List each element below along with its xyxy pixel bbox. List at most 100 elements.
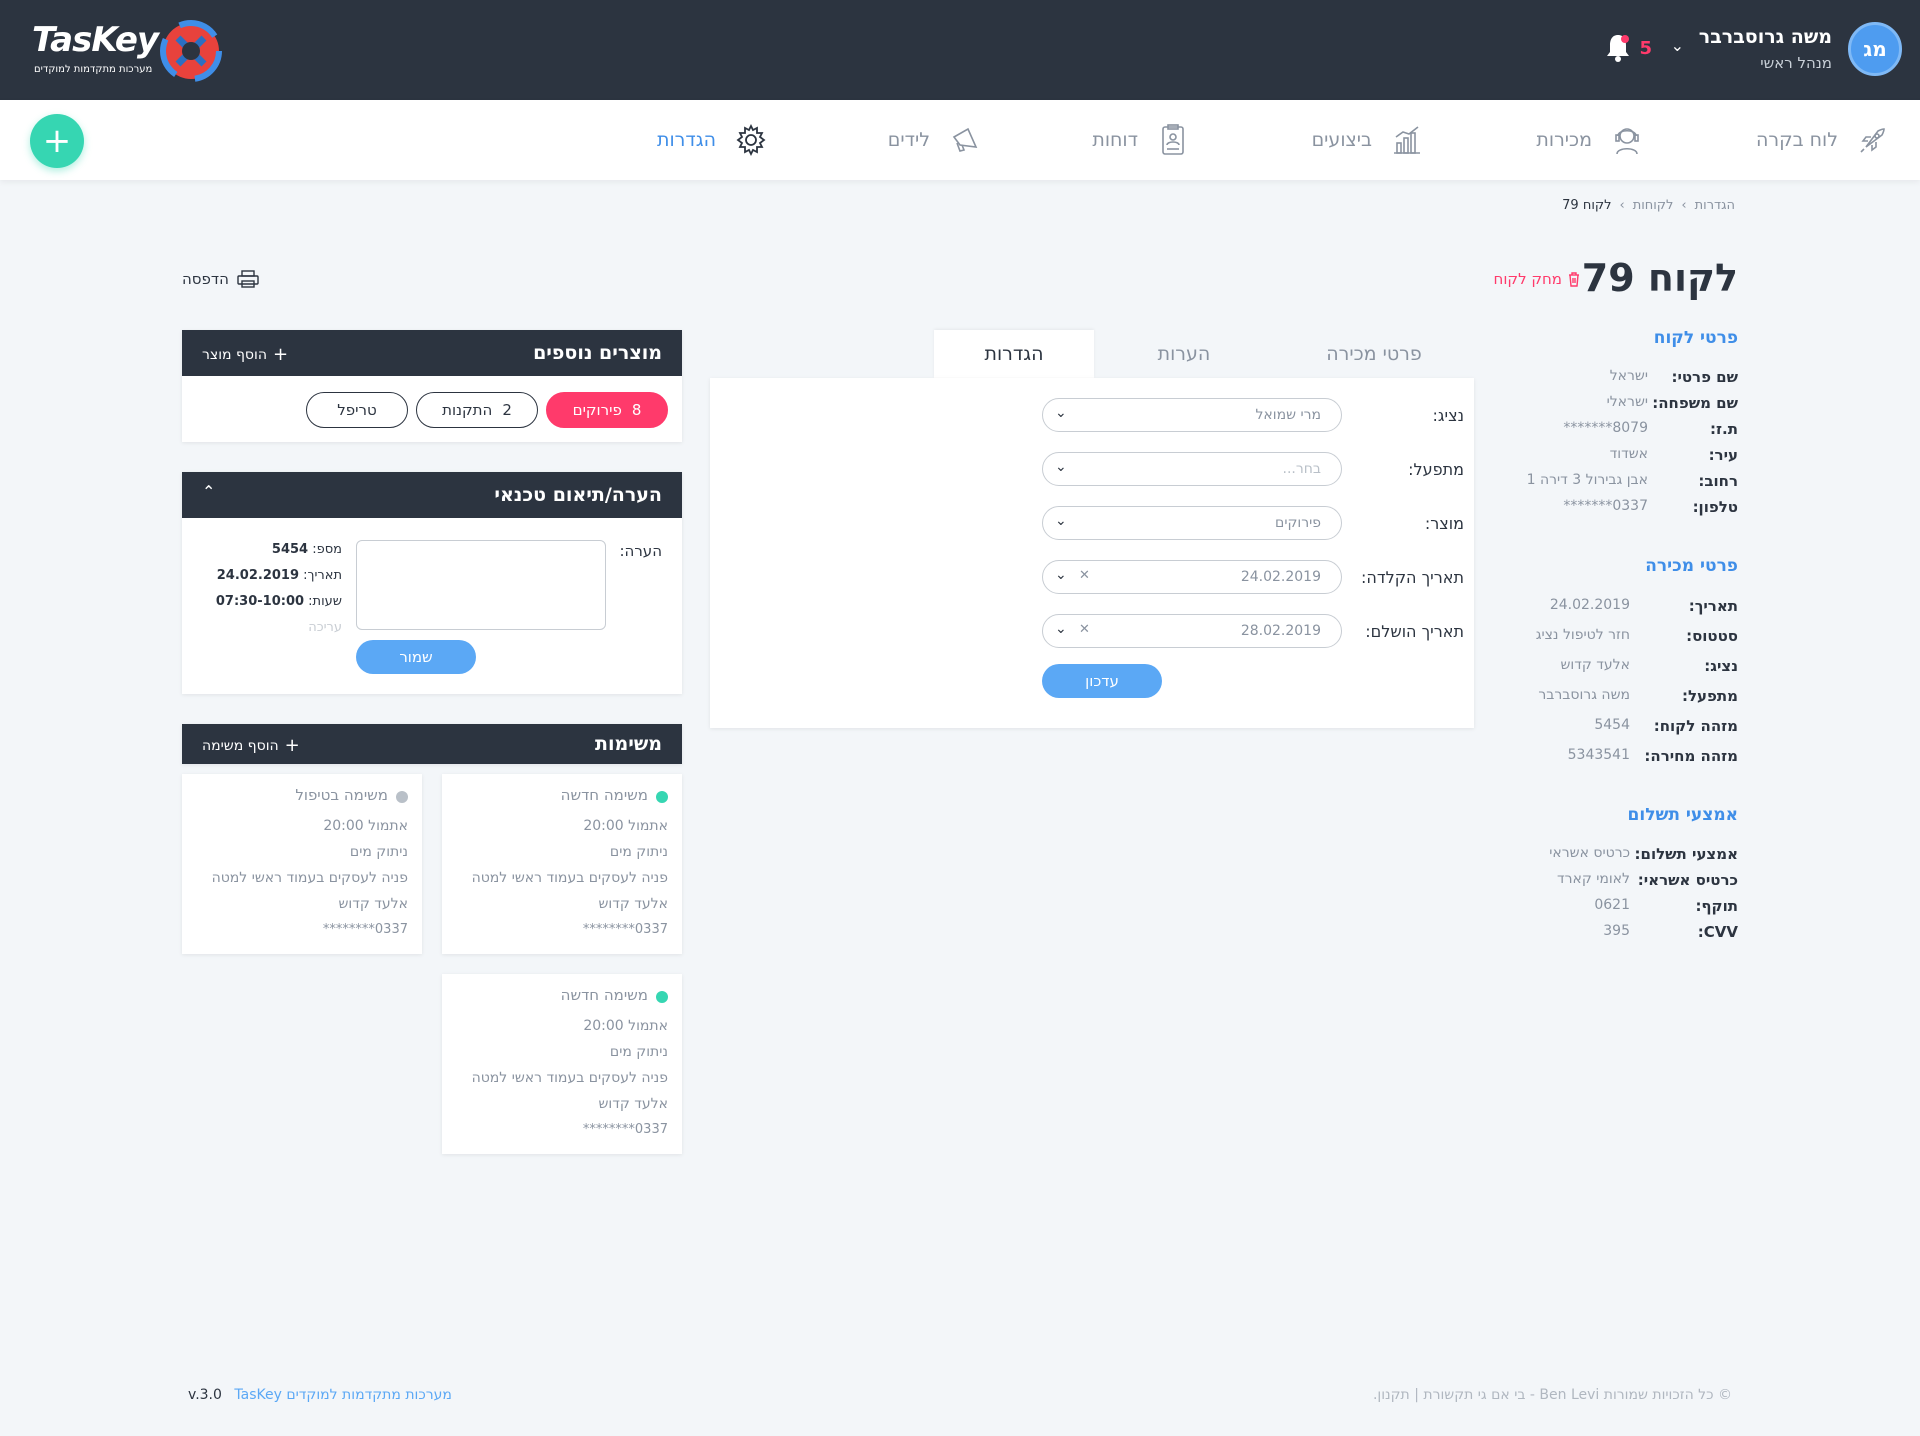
breadcrumb-current: לקוח 79 [1562,198,1612,213]
chevron-down-icon: ⌄ [1055,567,1067,583]
nav-item-performance[interactable]: ביצועים [1312,120,1424,160]
tasks-header: משימות + הוסף משימה [182,724,682,764]
nav-label: הגדרות [656,129,716,151]
payment-row: אמצעי תשלום: כרטיס אשראי [1549,845,1738,863]
task-card[interactable]: משימה בטיפול אתמול 20:00 ניתוק מים פניה … [182,774,422,954]
status-dot [396,791,408,803]
user-menu[interactable]: מג משה גרוסברבר מנהל ראשי ⌄ 5 [1382,22,1902,78]
customer-row: שם פרטי: ישראל [1609,368,1738,386]
chip-installations[interactable]: 2 התקנות [416,392,538,428]
task-card[interactable]: משימה חדשה אתמול 20:00 ניתוק מים פניה לע… [442,774,682,954]
sale-row: נציג: אלעד קדוש [1560,657,1738,675]
customer-details-title: פרטי לקוח [1653,328,1738,348]
printer-icon [237,270,259,288]
footer-product-link[interactable]: TasKey מערכות מתקדמות למוקדים [234,1387,452,1403]
tab-sale-details[interactable]: פרטי מכירה [1294,330,1454,378]
chip-disassembly[interactable]: 8 פירוקים [546,392,668,428]
note-date: תאריך: 24.02.2019 [216,568,342,583]
payment-row: תוקף: 0621 [1594,897,1738,915]
products-title: מוצרים נוספים [533,342,662,364]
chevron-down-icon: ⌄ [1055,513,1067,529]
bell-icon[interactable] [1604,32,1632,62]
trash-icon [1569,271,1579,287]
main-nav: + לוח בקרה מכירות ביצועים דוחות לידים הג… [0,100,1920,180]
tab-notes[interactable]: הערות [1104,330,1264,378]
chart-icon [1394,126,1420,154]
update-button[interactable]: עדכון [1042,664,1162,698]
breadcrumb-settings[interactable]: הגדרות [1695,198,1735,213]
add-task-button[interactable]: + הוסף משימה [202,735,300,756]
nav-label: דוחות [1092,129,1138,151]
nav-item-settings[interactable]: הגדרות [657,120,768,160]
note-hours: שעות: 07:30-10:00 [215,594,342,609]
customer-row: עיר: אשדוד [1609,446,1738,464]
delete-customer-button[interactable]: מחק לקוח [1494,270,1580,288]
add-product-button[interactable]: + הוסף מוצר [202,344,288,365]
status-dot [656,791,668,803]
nav-item-sales[interactable]: מכירות [1536,120,1644,160]
nav-label: ביצועים [1311,129,1372,151]
entry-date-label: תאריך הקלדה: [1361,568,1464,587]
status-dot [656,991,668,1003]
footer-version: v.3.0 TasKey מערכות מתקדמות למוקדים [188,1387,452,1403]
customer-row: רחוב: אבן גבירול 3 דירה 1 [1526,472,1738,490]
note-label: הערה: [619,542,662,560]
sale-row: מזהה לקוח: 5454 [1594,717,1738,735]
sale-row: מתפעל: משה גרוסברבר [1538,687,1738,705]
tech-note-panel: הערה/תיאום טכנאי ⌃ הערה: שמור מספ: 5454 … [182,472,682,694]
chevron-down-icon: ⌄ [1055,405,1067,421]
tab-settings[interactable]: הגדרות [934,330,1094,378]
nav-label: לידים [887,129,930,151]
tech-note-header: הערה/תיאום טכנאי ⌃ [182,472,682,518]
done-date-picker[interactable]: 28.02.2019 ✕ ⌄ [1042,614,1342,648]
add-button[interactable]: + [30,114,84,168]
tasks-title: משימות [594,733,662,755]
user-name: משה גרוסברבר [1698,26,1832,48]
brand-logo[interactable]: TasKey מערכות מתקדמות למוקדים [32,20,232,82]
task-card[interactable]: משימה חדשה אתמול 20:00 ניתוק מים פניה לע… [442,974,682,1154]
edit-link[interactable]: עריכה [308,620,342,635]
rep-select[interactable]: מרי שמואל ⌄ [1042,398,1342,432]
agent-icon [1615,128,1639,155]
customer-row: ת.ז: 8079******* [1563,420,1738,438]
tech-note-title: הערה/תיאום טכנאי [494,484,662,506]
nav-item-leads[interactable]: לידים [888,120,982,160]
chevron-down-icon: ⌄ [1055,459,1067,475]
save-button[interactable]: שמור [356,640,476,674]
payment-row: CVV: 395 [1603,923,1738,941]
version-text: v.3.0 [188,1387,222,1403]
product-select[interactable]: פירוקים ⌄ [1042,506,1342,540]
done-date-label: תאריך הושלם: [1365,622,1464,641]
brand-tagline: מערכות מתקדמות למוקדים [34,64,153,75]
print-button[interactable]: הדפסה [182,270,259,288]
operator-label: מתפעל: [1408,460,1464,479]
products-header: מוצרים נוספים + הוסף מוצר [182,330,682,376]
entry-date-picker[interactable]: 24.02.2019 ✕ ⌄ [1042,560,1342,594]
chevron-down-icon[interactable]: ⌄ [1671,36,1684,55]
report-icon [1162,124,1184,155]
sale-row: תאריך: 24.02.2019 [1549,597,1738,615]
nav-label: מכירות [1536,129,1592,151]
chevron-down-icon: ⌄ [1055,621,1067,637]
top-bar: TasKey מערכות מתקדמות למוקדים מג משה גרו… [0,0,1920,100]
operator-select[interactable]: בחר... ⌄ [1042,452,1342,486]
avatar[interactable]: מג [1848,22,1902,76]
print-label: הדפסה [182,270,229,288]
payment-row: כרטיס אשראי: לאומי קארד [1556,871,1738,889]
note-textarea[interactable] [356,540,606,630]
clear-icon[interactable]: ✕ [1079,622,1090,637]
breadcrumb-customers[interactable]: לקוחות [1633,198,1674,213]
product-label: מוצר: [1424,514,1464,533]
nav-item-dashboard[interactable]: לוח בקרה [1756,120,1890,160]
sale-row: סטטוס: חזר לטיפול נציג [1535,627,1738,645]
breadcrumb: הגדרות›לקוחות›לקוח 79 [1562,198,1735,213]
sale-details-title: פרטי מכירה [1645,556,1738,576]
products-panel: מוצרים נוספים + הוסף מוצר 8 פירוקים 2 התקנו… [182,330,682,442]
notification-count: 5 [1639,38,1652,59]
brand-name: TasKey [32,20,159,60]
chip-triple[interactable]: טריפל [306,392,408,428]
nav-item-reports[interactable]: דוחות [1092,120,1190,160]
chevron-up-icon[interactable]: ⌃ [202,482,215,501]
rocket-icon [1860,128,1885,153]
clear-icon[interactable]: ✕ [1079,568,1090,583]
